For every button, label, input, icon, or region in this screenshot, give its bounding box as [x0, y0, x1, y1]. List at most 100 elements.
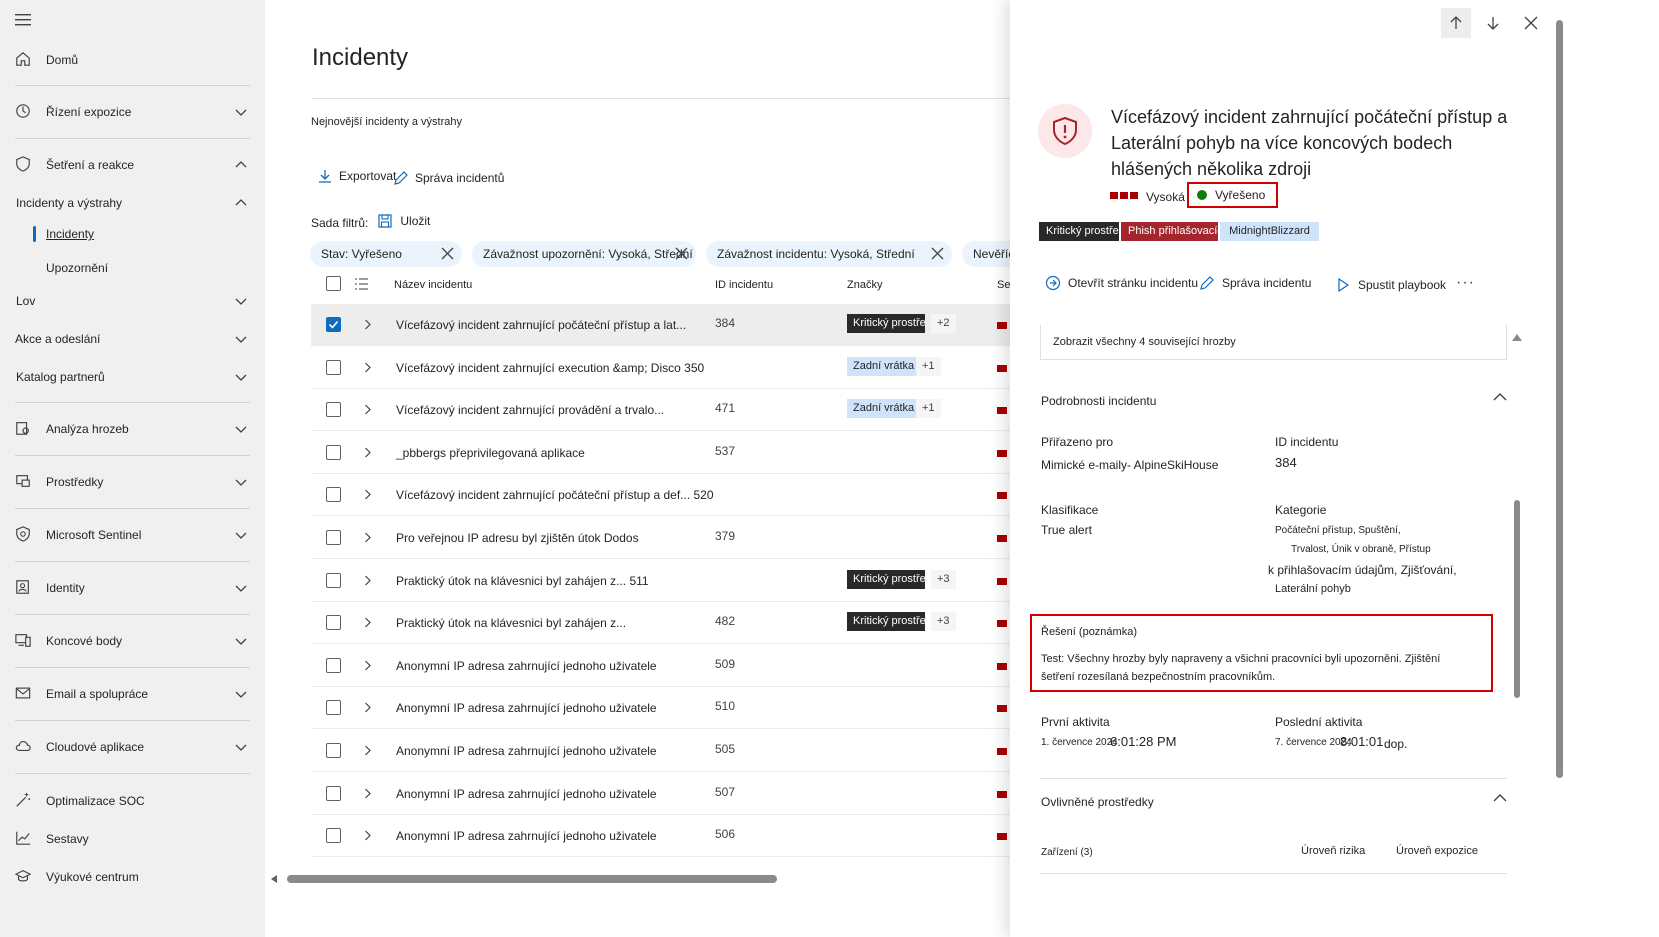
- incident-name[interactable]: Anonymní IP adresa zahrnující jednoho už…: [396, 787, 657, 801]
- devices-column-header[interactable]: Zařízení (3): [1041, 847, 1093, 858]
- tab-recent-incidents[interactable]: Nejnovější incidenty a výstrahy: [311, 116, 462, 128]
- open-incident-page-button[interactable]: Otevřít stránku incidentu: [1045, 275, 1198, 291]
- sidebar-item-actions[interactable]: Akce a odeslání: [0, 325, 265, 353]
- more-tags-badge[interactable]: +1: [916, 399, 941, 419]
- sidebar-item-learning-hub[interactable]: Výukové centrum: [0, 863, 265, 891]
- incident-name[interactable]: _pbbergs přeprivilegovaná aplikace: [396, 446, 585, 460]
- row-checkbox[interactable]: [326, 615, 341, 631]
- chevron-right-icon[interactable]: [362, 489, 373, 500]
- sidebar-item-home[interactable]: Domů: [0, 46, 265, 74]
- incident-name[interactable]: Vícefázový incident zahrnující počáteční…: [396, 488, 714, 502]
- incident-name[interactable]: Praktický útok na klávesnici byl zahájen…: [396, 616, 626, 630]
- incident-name[interactable]: Anonymní IP adresa zahrnující jednoho už…: [396, 829, 657, 843]
- close-icon[interactable]: [441, 247, 454, 260]
- incident-name[interactable]: Anonymní IP adresa zahrnující jednoho už…: [396, 744, 657, 758]
- sidebar-item-partner-catalog[interactable]: Katalog partnerů: [0, 363, 265, 391]
- filter-chip-incident-severity[interactable]: Závažnost incidentu: Vysoká, Střední: [706, 241, 952, 267]
- sidebar-item-investigation[interactable]: Šetření a reakce: [0, 151, 265, 179]
- more-tags-badge[interactable]: +3: [931, 612, 956, 632]
- row-checkbox[interactable]: [326, 530, 341, 545]
- table-row[interactable]: Anonymní IP adresa zahrnující jednoho už…: [311, 645, 1010, 687]
- table-row[interactable]: Praktický útok na klávesnici byl zahájen…: [311, 560, 1010, 602]
- column-header-tags[interactable]: Značky: [847, 279, 882, 291]
- more-options-icon[interactable]: ···: [1456, 274, 1475, 292]
- table-row[interactable]: _pbbergs přeprivilegovaná aplikace 537: [311, 432, 1010, 474]
- column-header-id[interactable]: ID incidentu: [715, 279, 773, 291]
- scroll-up-icon[interactable]: [1512, 334, 1522, 341]
- chevron-right-icon[interactable]: [362, 404, 373, 415]
- chevron-right-icon[interactable]: [362, 745, 373, 756]
- incident-name[interactable]: Vícefázový incident zahrnující počáteční…: [396, 318, 686, 332]
- row-checkbox[interactable]: [326, 743, 341, 758]
- chevron-right-icon[interactable]: [362, 660, 373, 671]
- more-tags-badge[interactable]: +1: [916, 356, 941, 376]
- table-row[interactable]: Praktický útok na klávesnici byl zahájen…: [311, 602, 1010, 645]
- chevron-right-icon[interactable]: [362, 830, 373, 841]
- row-checkbox[interactable]: [326, 700, 341, 716]
- previous-incident-button[interactable]: [1441, 8, 1471, 38]
- sidebar-item-sentinel[interactable]: Microsoft Sentinel: [0, 521, 265, 549]
- row-checkbox[interactable]: [326, 785, 341, 801]
- affected-assets-header[interactable]: Ovlivněné prostředky: [1041, 795, 1154, 809]
- row-checkbox[interactable]: [326, 572, 341, 588]
- run-playbook-button[interactable]: Spustit playbook: [1335, 277, 1446, 293]
- row-checkbox[interactable]: [326, 828, 341, 844]
- close-panel-button[interactable]: [1516, 8, 1546, 38]
- table-row[interactable]: Vícefázový incident zahrnující execution…: [311, 347, 1010, 389]
- chevron-right-icon[interactable]: [362, 447, 373, 458]
- close-icon[interactable]: [675, 247, 688, 260]
- export-button[interactable]: Exportovat: [317, 168, 396, 184]
- chevron-right-icon[interactable]: [362, 362, 373, 373]
- sidebar-item-cloud-apps[interactable]: Cloudové aplikace: [0, 733, 265, 761]
- table-row[interactable]: Anonymní IP adresa zahrnující jednoho už…: [311, 773, 1010, 815]
- sidebar-item-assets[interactable]: Prostředky: [0, 468, 265, 496]
- chevron-right-icon[interactable]: [362, 532, 373, 543]
- column-header-name[interactable]: Název incidentu: [394, 279, 472, 291]
- close-icon[interactable]: [931, 247, 944, 260]
- incident-name[interactable]: Vícefázový incident zahrnující provádění…: [396, 403, 664, 417]
- table-row[interactable]: Vícefázový incident zahrnující počáteční…: [311, 474, 1010, 517]
- sidebar-item-soc-optimization[interactable]: Optimalizace SOC: [0, 787, 265, 815]
- sidebar-item-hunting[interactable]: Lov: [0, 287, 265, 315]
- incident-name[interactable]: Anonymní IP adresa zahrnující jednoho už…: [396, 701, 657, 715]
- row-checkbox[interactable]: [326, 487, 341, 503]
- sidebar-item-threat-analytics[interactable]: Analýza hrozeb: [0, 415, 265, 443]
- sidebar-item-alerts[interactable]: Upozornění: [46, 261, 108, 275]
- row-checkbox[interactable]: [326, 317, 341, 332]
- table-row[interactable]: Anonymní IP adresa zahrnující jednoho už…: [311, 730, 1010, 772]
- related-threats-link[interactable]: Zobrazit všechny 4 související hrozby: [1040, 325, 1507, 360]
- risk-level-column-header[interactable]: Úroveň rizika: [1301, 845, 1365, 857]
- row-checkbox[interactable]: [326, 359, 341, 375]
- row-checkbox[interactable]: [326, 657, 341, 673]
- incident-details-header[interactable]: Podrobnosti incidentu: [1041, 394, 1156, 408]
- incident-name[interactable]: Praktický útok na klávesnici byl zahájen…: [396, 574, 649, 588]
- filter-chip-other[interactable]: Nevěřící: [962, 241, 1010, 267]
- manage-incidents-button[interactable]: Správa incidentů: [393, 170, 504, 186]
- filter-chip-alert-severity[interactable]: Závažnost upozornění: Vysoká, Střední: [472, 241, 696, 267]
- table-row[interactable]: Anonymní IP adresa zahrnující jednoho už…: [311, 687, 1010, 730]
- chevron-right-icon[interactable]: [362, 575, 373, 586]
- sidebar-item-reports[interactable]: Sestavy: [0, 825, 265, 853]
- incident-name[interactable]: Vícefázový incident zahrnující execution…: [396, 361, 704, 375]
- scrollbar-thumb[interactable]: [287, 875, 777, 883]
- table-row[interactable]: Pro veřejnou IP adresu byl zjištěn útok …: [311, 517, 1010, 559]
- sidebar-item-exposure-management[interactable]: Řízení expozice: [0, 98, 265, 126]
- page-scrollbar[interactable]: [1556, 20, 1563, 778]
- incident-name[interactable]: Pro veřejnou IP adresu byl zjištěn útok …: [396, 531, 639, 545]
- sidebar-item-incidents-alerts[interactable]: Incidenty a výstrahy: [0, 189, 265, 217]
- filter-chip-status[interactable]: Stav: Vyřešeno: [310, 241, 462, 267]
- save-filter-button[interactable]: Uložit: [378, 214, 430, 228]
- exposure-level-column-header[interactable]: Úroveň expozice: [1396, 845, 1478, 857]
- hamburger-menu-icon[interactable]: [15, 14, 31, 26]
- incident-name[interactable]: Anonymní IP adresa zahrnující jednoho už…: [396, 659, 657, 673]
- select-all-checkbox[interactable]: [326, 276, 341, 291]
- chevron-right-icon[interactable]: [362, 617, 373, 628]
- sidebar-item-identity[interactable]: Identity: [0, 574, 265, 602]
- panel-scrollbar-thumb[interactable]: [1514, 500, 1520, 698]
- chevron-right-icon[interactable]: [362, 319, 373, 330]
- chevron-right-icon[interactable]: [362, 788, 373, 799]
- scroll-left-icon[interactable]: [271, 875, 277, 883]
- next-incident-button[interactable]: [1478, 8, 1508, 38]
- chevron-up-icon[interactable]: [1492, 790, 1508, 806]
- sidebar-item-incidents[interactable]: Incidenty: [46, 227, 94, 241]
